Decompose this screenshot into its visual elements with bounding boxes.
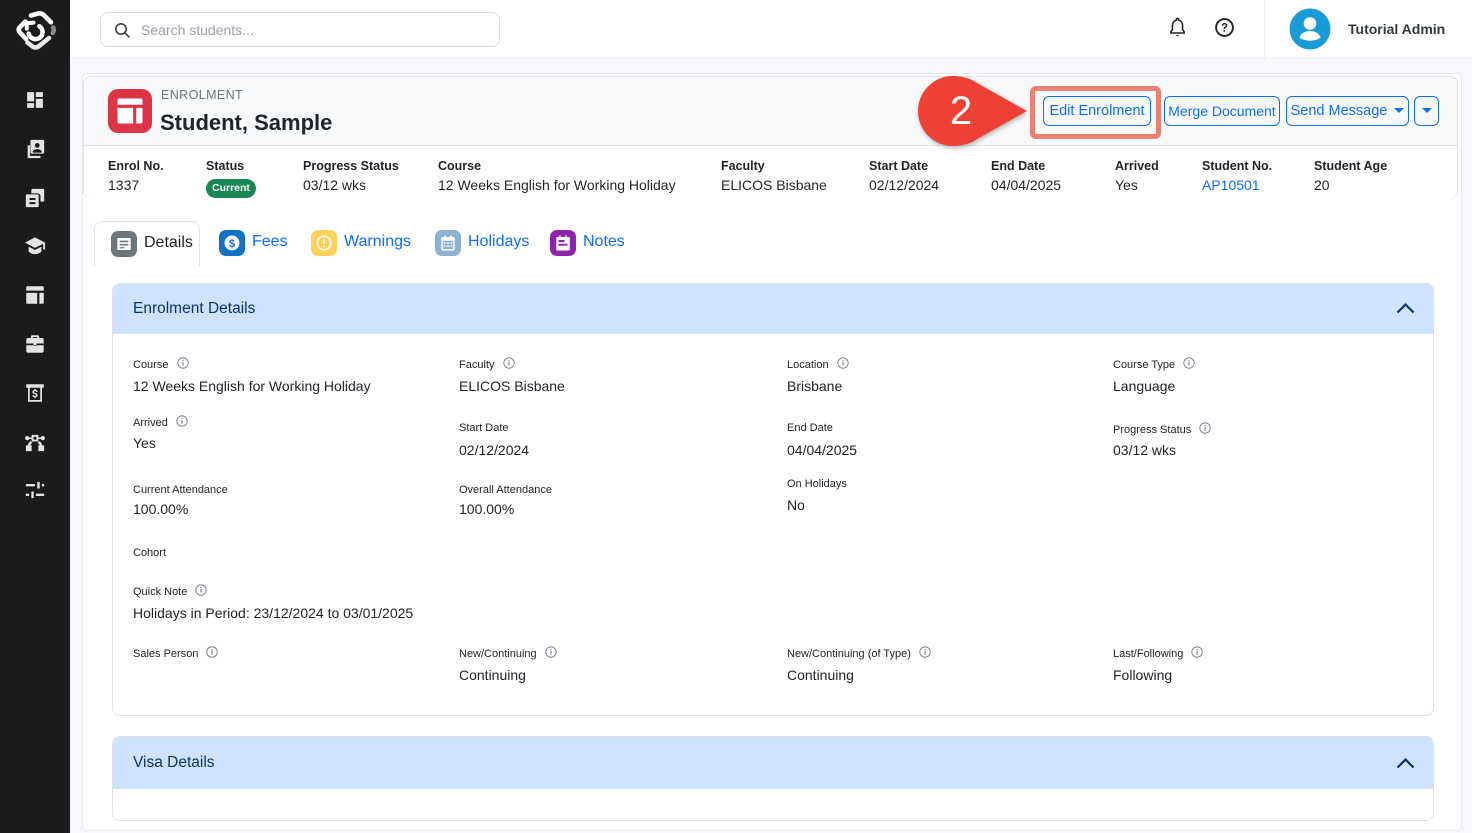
svg-text:2: 2 xyxy=(950,89,972,133)
svg-text:$: $ xyxy=(229,238,235,250)
svg-text:?: ? xyxy=(1221,23,1228,35)
